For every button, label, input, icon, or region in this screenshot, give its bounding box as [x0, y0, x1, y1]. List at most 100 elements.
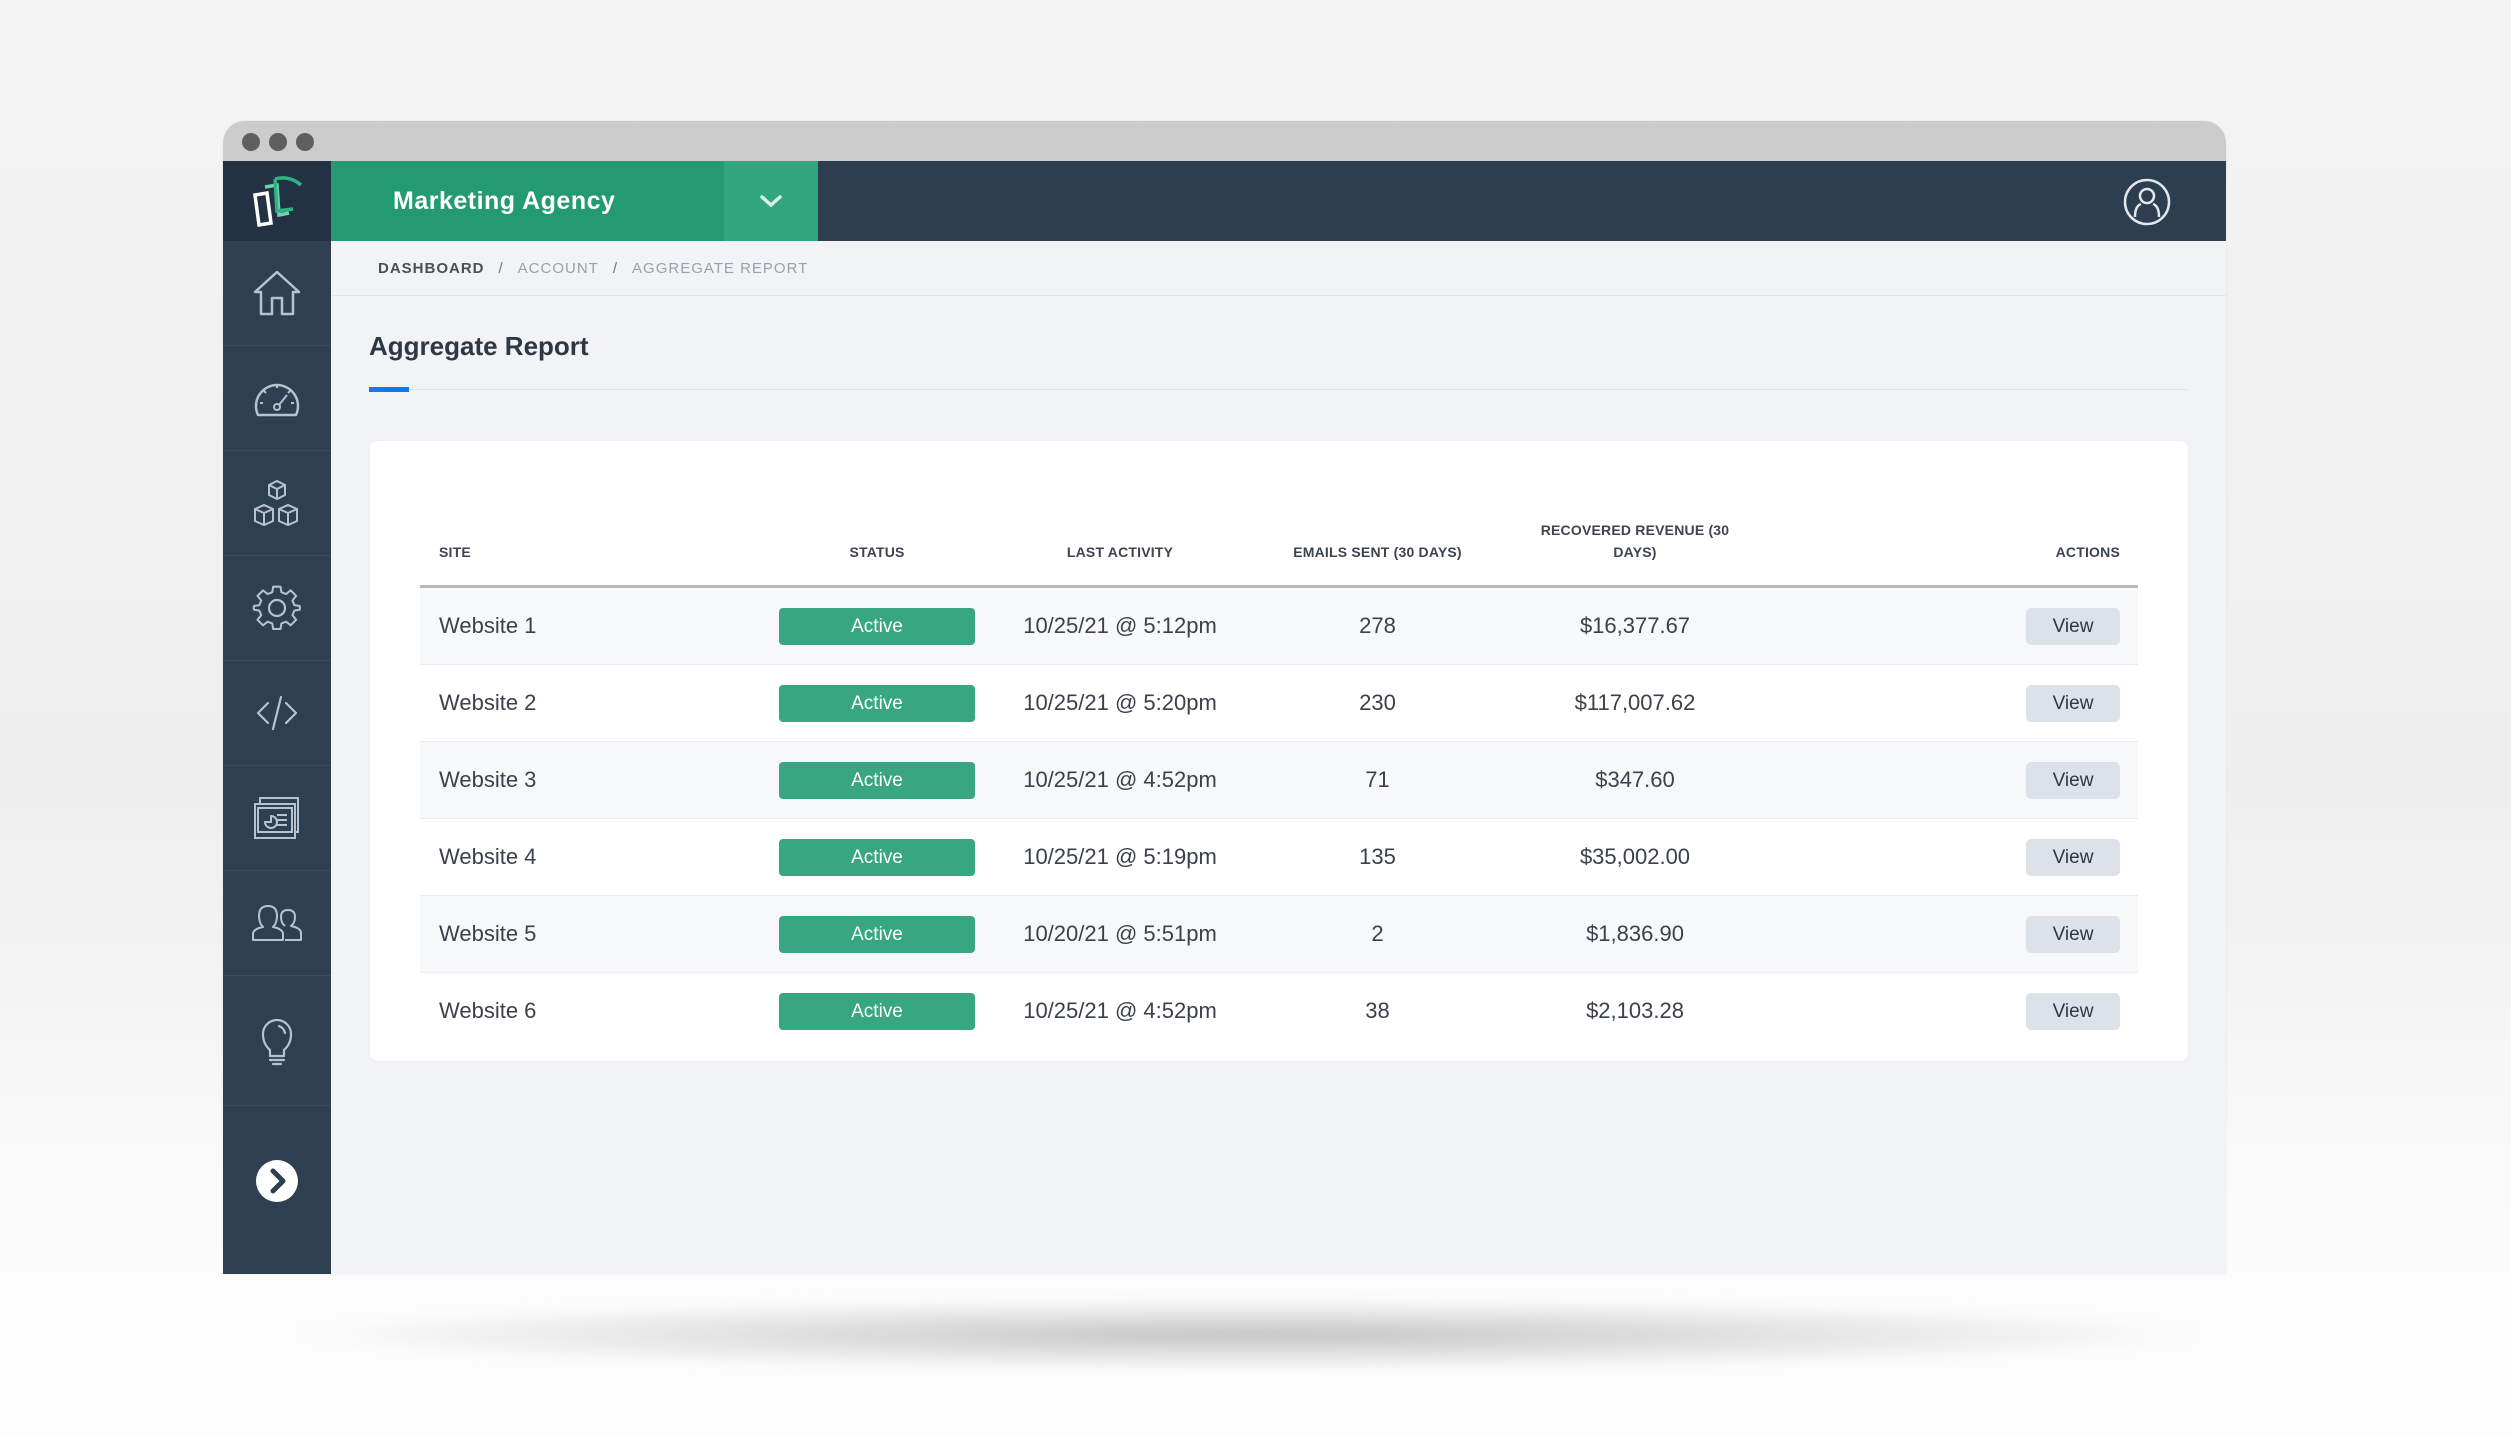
status-badge: Active [779, 915, 975, 953]
account-name: Marketing Agency [393, 186, 616, 215]
report-cards-icon [254, 797, 299, 839]
aggregate-report-table: SITE STATUS LAST ACTIVITY EMAILS SENT (3… [420, 491, 2138, 1049]
app-logo[interactable] [223, 161, 331, 241]
lightbulb-icon [261, 1018, 293, 1065]
cell-actions: View [1780, 818, 2138, 896]
cell-status: Active [779, 586, 975, 665]
gauge-icon [254, 383, 300, 417]
column-header-recovered-revenue[interactable]: RECOVERED REVENUE (30 DAYS) [1490, 491, 1780, 588]
window-titlebar [223, 121, 2226, 161]
cubes-icon [254, 479, 298, 527]
window-minimize-dot[interactable] [269, 133, 287, 151]
status-badge: Active [779, 607, 975, 645]
status-badge: Active [779, 761, 975, 799]
status-badge: Active [779, 992, 975, 1030]
chevron-down-icon [760, 195, 782, 208]
column-header-status[interactable]: STATUS [779, 491, 975, 588]
cell-last-activity: 10/25/21 @ 5:20pm [975, 664, 1265, 742]
code-icon [256, 695, 298, 731]
cell-emails-sent: 135 [1265, 818, 1490, 896]
cell-emails-sent: 278 [1265, 586, 1490, 665]
cell-revenue: $2,103.28 [1586, 998, 1684, 1023]
user-profile-button[interactable] [2122, 177, 2172, 227]
view-button[interactable]: View [2026, 607, 2120, 645]
title-divider [369, 389, 2189, 390]
sidebar-item-integrations[interactable] [223, 451, 331, 556]
column-header-last-activity[interactable]: LAST ACTIVITY [975, 491, 1265, 588]
breadcrumb-current: AGGREGATE REPORT [632, 259, 809, 277]
account-selector[interactable]: Marketing Agency [331, 161, 724, 241]
cell-status: Active [779, 895, 975, 973]
cell-last-activity: 10/25/21 @ 4:52pm [1023, 998, 1217, 1023]
table-row: Website 6 Active 10/25/21 @ 4:52pm 38 $2… [420, 973, 2138, 1050]
cell-revenue: $1,836.90 [1490, 895, 1780, 973]
sidebar [223, 241, 331, 1274]
cell-site: Website 6 [439, 998, 537, 1023]
table-header-row: SITE STATUS LAST ACTIVITY EMAILS SENT (3… [420, 491, 2138, 588]
status-badge: Active [779, 684, 975, 722]
cell-last-activity: 10/25/21 @ 4:52pm [975, 741, 1265, 819]
home-icon [253, 270, 301, 316]
cell-site: Website 5 [420, 895, 779, 973]
cell-emails-sent: 71 [1265, 741, 1490, 819]
cell-revenue: $117,007.62 [1490, 664, 1780, 742]
breadcrumb-account[interactable]: ACCOUNT [518, 260, 599, 277]
sidebar-item-settings[interactable] [223, 556, 331, 661]
sidebar-item-home[interactable] [223, 241, 331, 346]
cell-last-activity: 10/25/21 @ 5:19pm [975, 818, 1265, 896]
cell-status: Active [779, 973, 975, 1050]
cell-emails-sent: 2 [1265, 895, 1490, 973]
cell-emails-sent: 230 [1265, 664, 1490, 742]
breadcrumb-separator: / [612, 259, 619, 277]
stacked-pages-logo-icon [253, 176, 303, 228]
column-header-site[interactable]: SITE [420, 491, 779, 588]
top-header: Marketing Agency [223, 161, 2226, 241]
cell-revenue: $35,002.00 [1490, 818, 1780, 896]
cell-actions: View [1780, 664, 2138, 742]
breadcrumb-separator: / [498, 259, 504, 277]
user-circle-icon [2123, 178, 2171, 226]
table-row: Website 4 Active 10/25/21 @ 5:19pm 135 $… [420, 818, 2138, 896]
users-icon [252, 905, 302, 941]
browser-window: Marketing Agency DASHBOARD / ACCOUNT / A… [223, 121, 2226, 1274]
sidebar-item-users[interactable] [223, 871, 331, 976]
cell-actions: View [1780, 973, 2138, 1050]
view-button[interactable]: View [2026, 915, 2120, 953]
cell-revenue: $16,377.67 [1490, 586, 1780, 665]
column-header-emails-sent[interactable]: EMAILS SENT (30 DAYS) [1265, 491, 1490, 588]
cell-emails-sent: 38 [1365, 998, 1390, 1023]
cell-actions: View [1780, 586, 2138, 665]
window-floor-shadow [300, 1300, 2200, 1370]
table-row: Website 2 Active 10/25/21 @ 5:20pm 230 $… [420, 664, 2138, 742]
window-close-dot[interactable] [242, 133, 260, 151]
view-button[interactable]: View [2026, 684, 2120, 722]
account-dropdown-toggle[interactable] [724, 161, 818, 241]
window-maximize-dot[interactable] [296, 133, 314, 151]
view-button[interactable]: View [2026, 838, 2120, 876]
cell-site: Website 1 [420, 586, 779, 665]
column-header-actions: ACTIONS [1780, 491, 2138, 588]
cell-last-activity: 10/25/21 @ 5:12pm [975, 586, 1265, 665]
cell-site: Website 2 [420, 664, 779, 742]
title-accent-bar [369, 387, 409, 392]
table-row: Website 5 Active 10/20/21 @ 5:51pm 2 $1,… [420, 895, 2138, 973]
breadcrumb: DASHBOARD / ACCOUNT / AGGREGATE REPORT [331, 241, 2226, 296]
report-card: SITE STATUS LAST ACTIVITY EMAILS SENT (3… [370, 441, 2188, 1061]
cell-actions: View [1780, 895, 2138, 973]
cell-actions: View [1780, 741, 2138, 819]
column-header-recovered-revenue-label: RECOVERED REVENUE (30 DAYS) [1540, 522, 1730, 560]
cell-status: Active [779, 741, 975, 819]
sidebar-item-reports[interactable] [223, 766, 331, 871]
view-button[interactable]: View [2026, 761, 2120, 799]
sidebar-item-ideas[interactable] [223, 976, 331, 1106]
cell-site: Website 4 [420, 818, 779, 896]
cell-last-activity: 10/20/21 @ 5:51pm [975, 895, 1265, 973]
table-row: Website 1 Active 10/25/21 @ 5:12pm 278 $… [420, 586, 2138, 665]
sidebar-item-dashboard[interactable] [223, 346, 331, 451]
cell-status: Active [779, 818, 975, 896]
sidebar-item-code[interactable] [223, 661, 331, 766]
table-row: Website 3 Active 10/25/21 @ 4:52pm 71 $3… [420, 741, 2138, 819]
sidebar-expand-button[interactable] [223, 1131, 331, 1231]
breadcrumb-dashboard[interactable]: DASHBOARD [378, 260, 485, 277]
view-button[interactable]: View [2026, 992, 2120, 1030]
